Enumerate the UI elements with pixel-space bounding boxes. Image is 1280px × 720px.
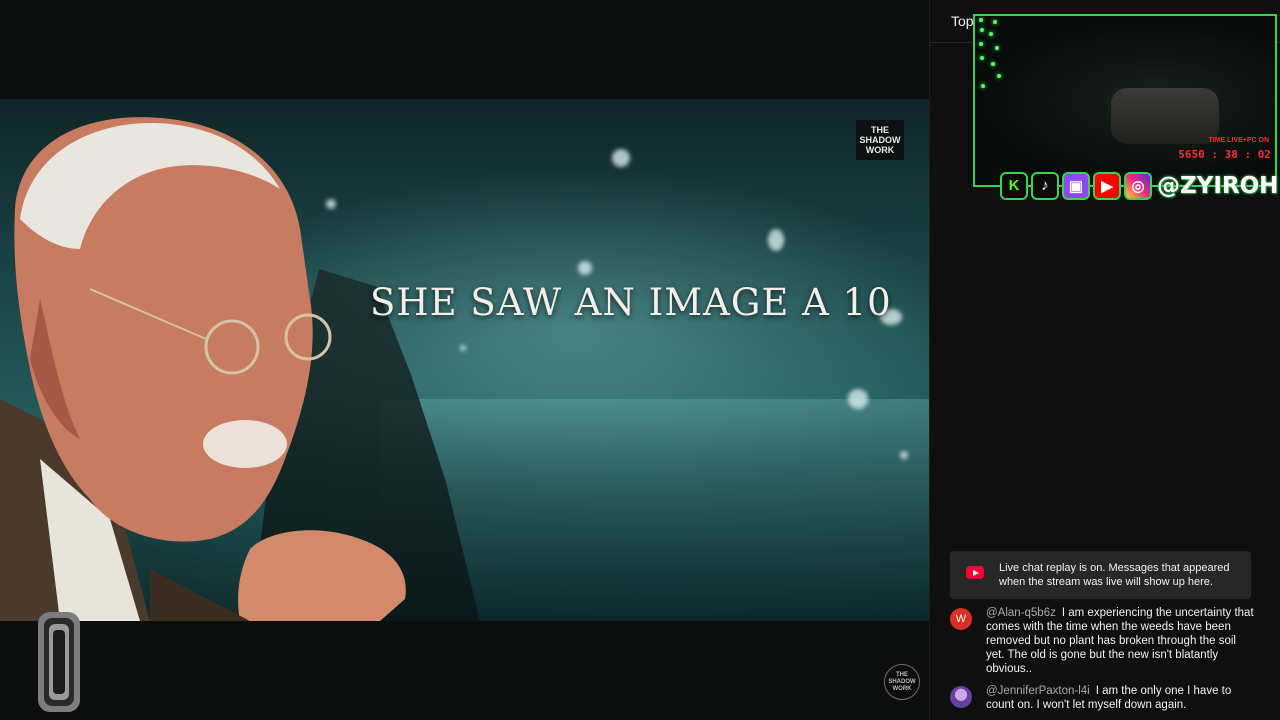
chat-message-body: @JenniferPaxton-l4i I am the only one I h… [986, 684, 1254, 712]
live-time-counter: 5650 : 38 : 02 [1178, 148, 1271, 161]
shadow-work-badge: THE SHADOW WORK [884, 664, 920, 700]
instagram-icon: ◎ [1124, 171, 1152, 200]
shadow-work-logo: THE SHADOW WORK [856, 120, 904, 160]
snowflake [900, 451, 908, 459]
twitch-icon: ▣ [1062, 171, 1090, 200]
led-light [997, 74, 1001, 78]
social-bar: K ♪ ▣ ▶ ◎ @ZYIROH [1000, 170, 1278, 201]
video-caption: SHE SAW AN IMAGE A 10 [370, 281, 892, 324]
snowflake [578, 261, 592, 275]
replay-notice: Live chat replay is on. Messages that ap… [950, 551, 1251, 599]
youtube-icon: ▶ [1093, 171, 1121, 200]
streamer-handle: @ZYIROH [1157, 172, 1279, 199]
snowflake [612, 149, 630, 167]
led-light [991, 62, 995, 66]
led-light [989, 32, 993, 36]
led-light [993, 20, 997, 24]
chat-message-body: @Alan-q5b6z I am experiencing the uncerta… [986, 606, 1254, 676]
video-player[interactable]: SHE SAW AN IMAGE A 10 THE SHADOW WORK TH… [0, 0, 929, 720]
chat-mode-dropdown[interactable]: Top [951, 13, 974, 29]
snowflake [460, 345, 466, 351]
avatar[interactable] [950, 686, 972, 708]
tiktok-icon: ♪ [1031, 171, 1059, 200]
led-light [981, 84, 985, 88]
pillow [1111, 88, 1219, 144]
youtube-icon [966, 566, 984, 579]
chat-author[interactable]: @JenniferPaxton-l4i [986, 685, 1090, 697]
snowflake [768, 229, 784, 251]
chat-author[interactable]: @Alan-q5b6z [986, 607, 1056, 619]
led-light [980, 56, 984, 60]
webcam-overlay: TIME LIVE+PC ON 5650 : 38 : 02 [973, 14, 1277, 187]
live-time-label: TIME LIVE+PC ON [1208, 137, 1269, 144]
ring-graphic [38, 612, 80, 712]
kick-icon: K [1000, 171, 1028, 200]
snowflake [848, 389, 868, 409]
led-light [980, 28, 984, 32]
portrait-old-man [0, 117, 406, 621]
replay-notice-text: Live chat replay is on. Messages that ap… [999, 562, 1230, 588]
led-light [995, 46, 999, 50]
led-light [979, 18, 983, 22]
video-frame[interactable]: SHE SAW AN IMAGE A 10 THE SHADOW WORK [0, 99, 929, 621]
led-light [979, 42, 983, 46]
avatar[interactable]: W [950, 608, 972, 630]
